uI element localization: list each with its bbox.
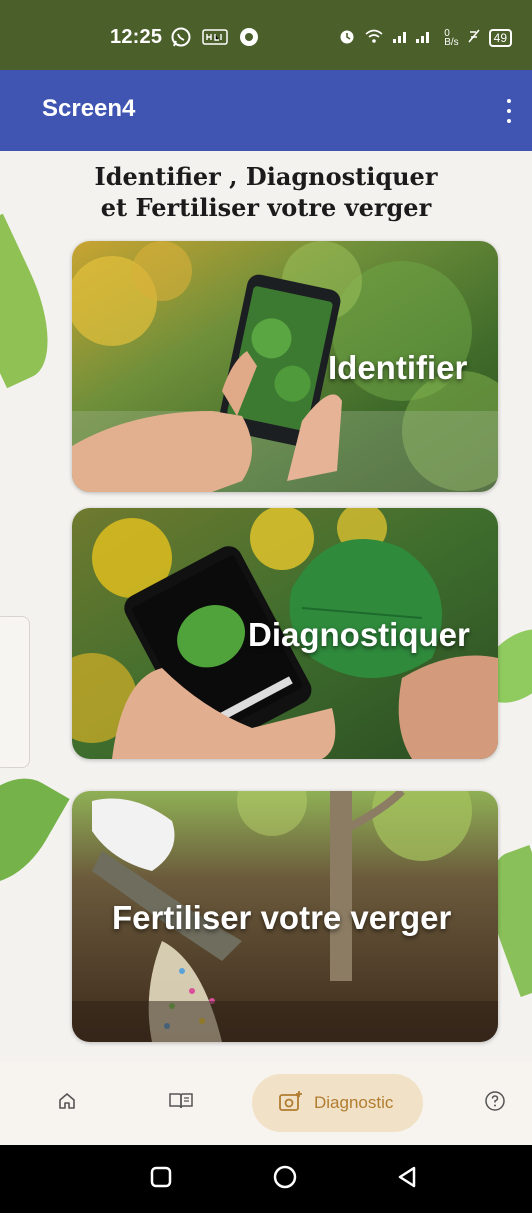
nav-help[interactable] bbox=[480, 1074, 510, 1132]
app-screen: 12:25 0 B/s 49 Screen4 Identifier , Diag… bbox=[0, 0, 532, 1213]
identifier-card-label: Identifier bbox=[328, 349, 468, 386]
status-bar: 12:25 0 B/s 49 bbox=[0, 0, 532, 70]
help-icon bbox=[484, 1090, 506, 1117]
overflow-menu-icon[interactable] bbox=[504, 98, 514, 124]
side-handle[interactable] bbox=[0, 616, 30, 768]
app-bar-title: Screen4 bbox=[42, 95, 136, 122]
home-icon bbox=[57, 1091, 77, 1116]
recent-apps-icon[interactable] bbox=[148, 1163, 174, 1196]
alarm-icon bbox=[338, 27, 356, 48]
heading-line-2: et Fertiliser votre verger bbox=[100, 193, 432, 222]
page-heading: Identifier , Diagnostiquer et Fertiliser… bbox=[0, 161, 532, 223]
fertiliser-card-label: Fertiliser votre verger bbox=[112, 899, 452, 936]
main-content: Identifier , Diagnostiquer et Fertiliser… bbox=[0, 151, 532, 1151]
bottom-navigation: Diagnostic bbox=[0, 1062, 532, 1145]
signal-slash-icon bbox=[467, 28, 481, 47]
status-time: 12:25 bbox=[110, 26, 163, 48]
app-bar: Screen4 bbox=[0, 70, 532, 151]
diagnostiquer-card-label: Diagnostiquer bbox=[248, 616, 470, 653]
chrome-icon bbox=[238, 26, 260, 53]
hd-icon bbox=[202, 28, 228, 51]
signal-icon bbox=[392, 28, 436, 47]
heading-line-1: Identifier , Diagnostiquer bbox=[94, 162, 438, 191]
home-button-icon[interactable] bbox=[270, 1163, 300, 1196]
battery-indicator: 49 bbox=[488, 28, 512, 47]
nav-diagnostic[interactable]: Diagnostic bbox=[252, 1074, 424, 1132]
fertiliser-card[interactable]: Fertiliser votre verger bbox=[72, 791, 498, 1042]
nav-book[interactable] bbox=[165, 1074, 197, 1132]
system-navigation-bar bbox=[0, 1145, 532, 1213]
camera-icon bbox=[278, 1089, 304, 1118]
whatsapp-icon bbox=[170, 26, 192, 53]
net-speed-unit: B/s bbox=[444, 36, 459, 48]
wifi-icon bbox=[364, 28, 384, 47]
book-icon bbox=[168, 1091, 194, 1116]
back-icon[interactable] bbox=[394, 1163, 420, 1196]
diagnostiquer-card[interactable]: Diagnostiquer bbox=[72, 508, 498, 759]
nav-home[interactable] bbox=[52, 1074, 82, 1132]
nav-diagnostic-label: Diagnostic bbox=[314, 1093, 394, 1112]
background-leaf bbox=[0, 759, 70, 903]
background-leaf bbox=[0, 213, 71, 389]
identifier-card[interactable]: Identifier bbox=[72, 241, 498, 492]
